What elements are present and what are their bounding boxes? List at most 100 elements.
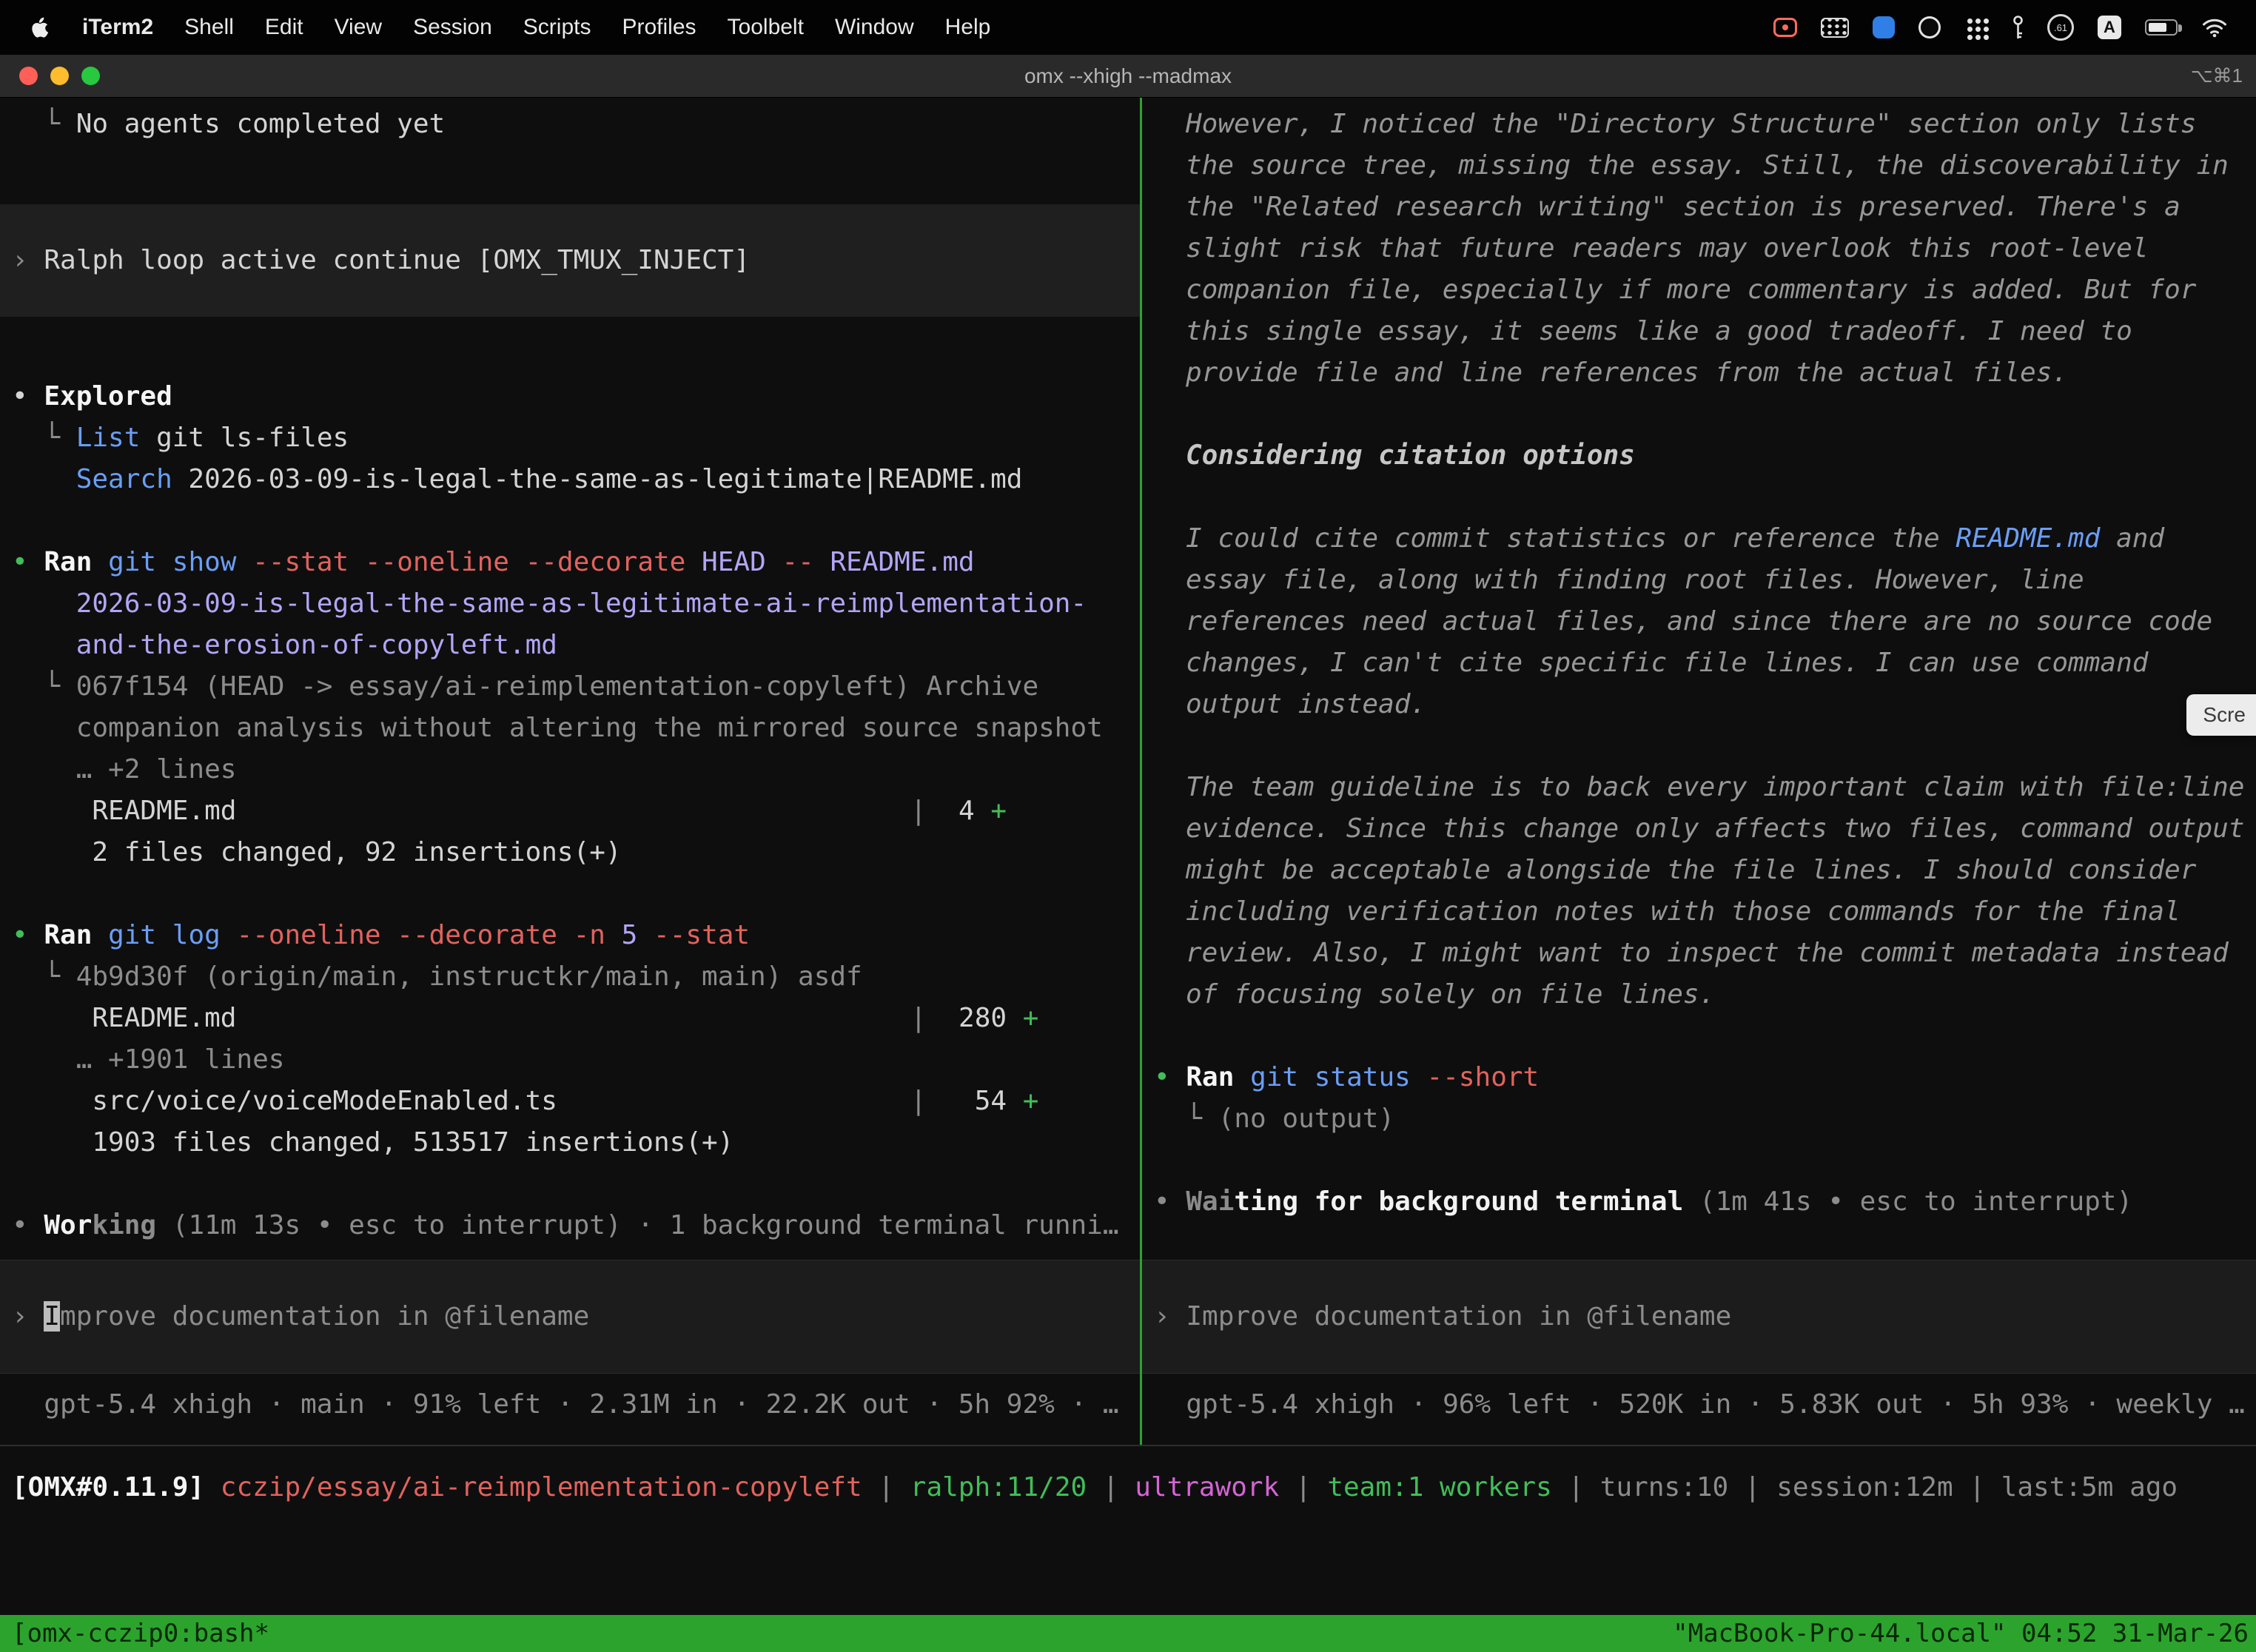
text-segment: ultrawork — [1135, 1472, 1279, 1502]
text-segment: git show — [108, 547, 236, 577]
text-segment: | — [1279, 1472, 1327, 1502]
omx-status-bar: [OMX#0.11.9] cczip/essay/ai-reimplementa… — [0, 1446, 2256, 1508]
menu-item-session[interactable]: Session — [397, 15, 508, 40]
recording-indicator-icon[interactable] — [1773, 18, 1797, 37]
tmux-session-label: [omx-cczip0:bash* — [12, 1619, 269, 1648]
text-segment: and-the-erosion-of-copyleft.md — [76, 630, 557, 660]
explored-header: • Explored — [0, 376, 1140, 417]
text-segment: team:1 workers — [1327, 1472, 1551, 1502]
terminal-blank — [0, 1164, 1140, 1205]
text-segment: › — [12, 245, 44, 275]
close-window-button[interactable] — [19, 67, 38, 85]
cpu-meter-icon[interactable]: .61 — [2047, 14, 2074, 41]
apple-menu[interactable] — [21, 17, 67, 38]
text-segment: • — [12, 920, 44, 950]
terminal-line: └ (no output) — [1142, 1098, 2256, 1140]
minimize-window-button[interactable] — [50, 67, 69, 85]
right-pane-bottom: › Improve documentation in @filename gpt… — [1142, 1260, 2256, 1445]
text-segment: gpt-5.4 xhigh · 96% left · 520K in · 5.8… — [1154, 1389, 2245, 1420]
text-segment — [1234, 1062, 1250, 1092]
menu-item-help[interactable]: Help — [930, 15, 1007, 40]
terminal-line: └ 4b9d30f (origin/main, instructkr/main,… — [0, 956, 1140, 998]
prompt-input-right[interactable]: › Improve documentation in @filename — [1142, 1260, 2256, 1374]
text-segment: Wai — [1186, 1186, 1234, 1217]
screen-overlay-button[interactable]: Scre — [2186, 694, 2256, 736]
working-spinner-line: • Working (11m 13s • esc to interrupt) ·… — [0, 1205, 1140, 1246]
text-segment: └ — [12, 961, 76, 992]
text-segment: --stat — [654, 920, 750, 950]
menu-item-shell[interactable]: Shell — [169, 15, 249, 40]
menu-item-window[interactable]: Window — [819, 15, 930, 40]
session-status-left: gpt-5.4 xhigh · main · 91% left · 2.31M … — [0, 1384, 1140, 1445]
key-icon[interactable] — [2012, 15, 2024, 40]
text-segment: └ — [12, 109, 76, 139]
text-segment: --oneline --decorate -n — [236, 920, 605, 950]
text-segment: | — [910, 1086, 927, 1116]
menu-item-iterm2[interactable]: iTerm2 — [67, 15, 169, 40]
text-segment: Improve documentation in @filename — [1186, 1301, 1731, 1332]
circle-app-icon[interactable] — [1918, 16, 1941, 38]
text-segment — [1411, 1062, 1427, 1092]
menu-item-edit[interactable]: Edit — [249, 15, 319, 40]
text-segment: | — [862, 1472, 910, 1502]
text-segment: HEAD — [702, 547, 766, 577]
text-segment: › — [12, 1301, 44, 1332]
left-pane[interactable]: └ No agents completed yet › Ralph loop a… — [0, 98, 1140, 1445]
menu-bar-status-icons: .61 A — [1773, 14, 2235, 41]
right-pane[interactable]: However, I noticed the "Directory Struct… — [1142, 98, 2256, 1445]
text-segment: Search — [76, 464, 172, 494]
thinking-paragraph-3: The team guideline is to back every impo… — [1142, 767, 2247, 1015]
prompt-input-left[interactable]: › Improve documentation in @filename — [0, 1260, 1140, 1374]
text-segment: However, I noticed the "Directory Struct… — [1186, 109, 2245, 388]
thinking-paragraph-2: I could cite commit statistics or refere… — [1142, 518, 2247, 725]
text-segment: • — [12, 1210, 44, 1240]
menu-item-scripts[interactable]: Scripts — [508, 15, 607, 40]
text-segment — [12, 630, 76, 660]
terminal-blank — [1142, 394, 2256, 435]
wifi-icon[interactable] — [2201, 17, 2228, 38]
terminal-area: └ No agents completed yet › Ralph loop a… — [0, 98, 2256, 1446]
text-segment: Ran — [44, 920, 92, 950]
keyboard-grid-icon[interactable] — [1821, 18, 1849, 38]
input-source-letter: A — [2104, 18, 2115, 37]
text-segment: cczip/essay/ai-reimplementation-copyleft — [221, 1472, 862, 1502]
apple-icon — [31, 17, 49, 38]
right-pane-content: However, I noticed the "Directory Struct… — [1142, 104, 2256, 1223]
text-segment — [12, 588, 76, 619]
text-segment: src/voice/voiceModeEnabled.ts — [12, 1081, 910, 1122]
text-segment: 2026-03-09-is-legal-the-same-as-legitima… — [76, 588, 1087, 619]
text-segment: session:12m — [1776, 1472, 1953, 1502]
blue-app-icon[interactable] — [1873, 16, 1895, 38]
terminal-line: Search 2026-03-09-is-legal-the-same-as-l… — [0, 459, 1140, 500]
menu-item-view[interactable]: View — [319, 15, 397, 40]
text-segment: No agents completed yet — [76, 109, 446, 139]
text-segment — [814, 547, 830, 577]
left-pane-bottom: › Improve documentation in @filename gpt… — [0, 1260, 1140, 1445]
terminal-blank — [0, 500, 1140, 542]
text-segment: ralph:11/20 — [910, 1472, 1087, 1502]
omx-status-line: [OMX#0.11.9] cczip/essay/ai-reimplementa… — [0, 1467, 2256, 1508]
tmux-status-bar: [omx-cczip0:bash* "MacBook-Pro-44.local"… — [0, 1615, 2256, 1652]
text-segment: | — [910, 796, 927, 826]
text-segment — [685, 547, 702, 577]
menu-item-profiles[interactable]: Profiles — [606, 15, 711, 40]
terminal-line: README.md| 280 + — [0, 998, 1140, 1039]
input-source-icon[interactable]: A — [2098, 16, 2121, 39]
text-segment: 5 — [622, 920, 638, 950]
zoom-window-button[interactable] — [81, 67, 100, 85]
text-segment — [12, 464, 76, 494]
text-segment: -- — [782, 547, 813, 577]
text-segment: └ — [1154, 1104, 1218, 1134]
text-segment: … +2 lines — [12, 754, 236, 785]
menu-item-toolbelt[interactable]: Toolbelt — [712, 15, 819, 40]
waiting-spinner-line: • Waiting for background terminal (1m 41… — [1142, 1181, 2256, 1223]
text-segment: | — [1953, 1472, 2001, 1502]
dots-grid-icon[interactable] — [1964, 16, 1989, 40]
text-segment: [OMX#0.11.9] — [12, 1472, 204, 1502]
battery-icon[interactable] — [2145, 19, 2178, 36]
text-segment: Ran — [44, 547, 92, 577]
window-title-bar[interactable]: omx --xhigh --madmax ⌥⌘1 — [0, 55, 2256, 98]
text-segment: + — [990, 796, 1007, 826]
text-segment: 54 — [927, 1086, 1023, 1116]
text-segment: README.md — [12, 998, 910, 1039]
